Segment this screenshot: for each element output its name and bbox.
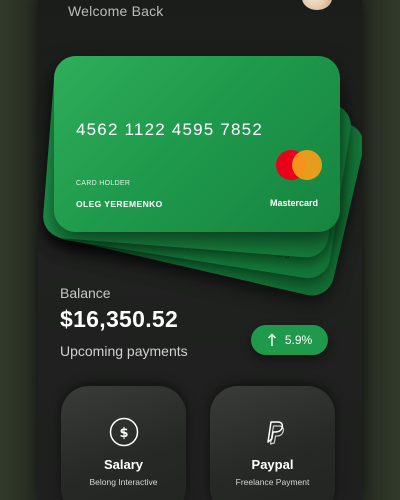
payment-title: Salary [103, 457, 144, 472]
dollar-icon: $ [109, 417, 138, 447]
card-holder-name: OLEG YEREMENKO [76, 199, 163, 209]
card-front[interactable]: 4562 1122 4595 7852 CARD HOLDER OLEG YER… [54, 56, 340, 232]
card-number: 4562 1122 4595 7852 [76, 120, 263, 139]
mastercard-yellow-circle [292, 150, 322, 180]
svg-text:$: $ [119, 426, 128, 441]
paypal-icon [266, 421, 284, 445]
card-stack[interactable]: Mastercard 4562 1122 4595 7852 CARD HOLD… [38, 0, 362, 300]
card-holder-caption: CARD HOLDER [76, 180, 131, 187]
payment-subtitle: Freelance Payment [235, 477, 310, 487]
card-brand: Mastercard [269, 198, 318, 208]
balance-amount: $16,350.52 [60, 306, 179, 332]
upcoming-payments-label: Upcoming payments [60, 343, 188, 359]
mastercard-logo-icon [276, 150, 322, 180]
balance-label: Balance [60, 285, 111, 301]
arrow-up-icon [267, 333, 276, 346]
payment-title: Paypal [251, 457, 294, 472]
balance-change-badge[interactable]: 5.9% [251, 325, 328, 355]
payment-subtitle: Belong Interactive [89, 477, 158, 487]
balance-change-value: 5.9% [284, 333, 313, 347]
payment-tile-paypal[interactable]: Paypal Freelance Payment [210, 386, 335, 500]
phone-screen: Welcome Back Mastercard 4562 1122 4595 7… [38, 0, 362, 500]
payment-tile-salary[interactable]: $ Salary Belong Interactive [61, 386, 186, 500]
backdrop-right [360, 0, 400, 500]
backdrop-left [0, 0, 40, 500]
